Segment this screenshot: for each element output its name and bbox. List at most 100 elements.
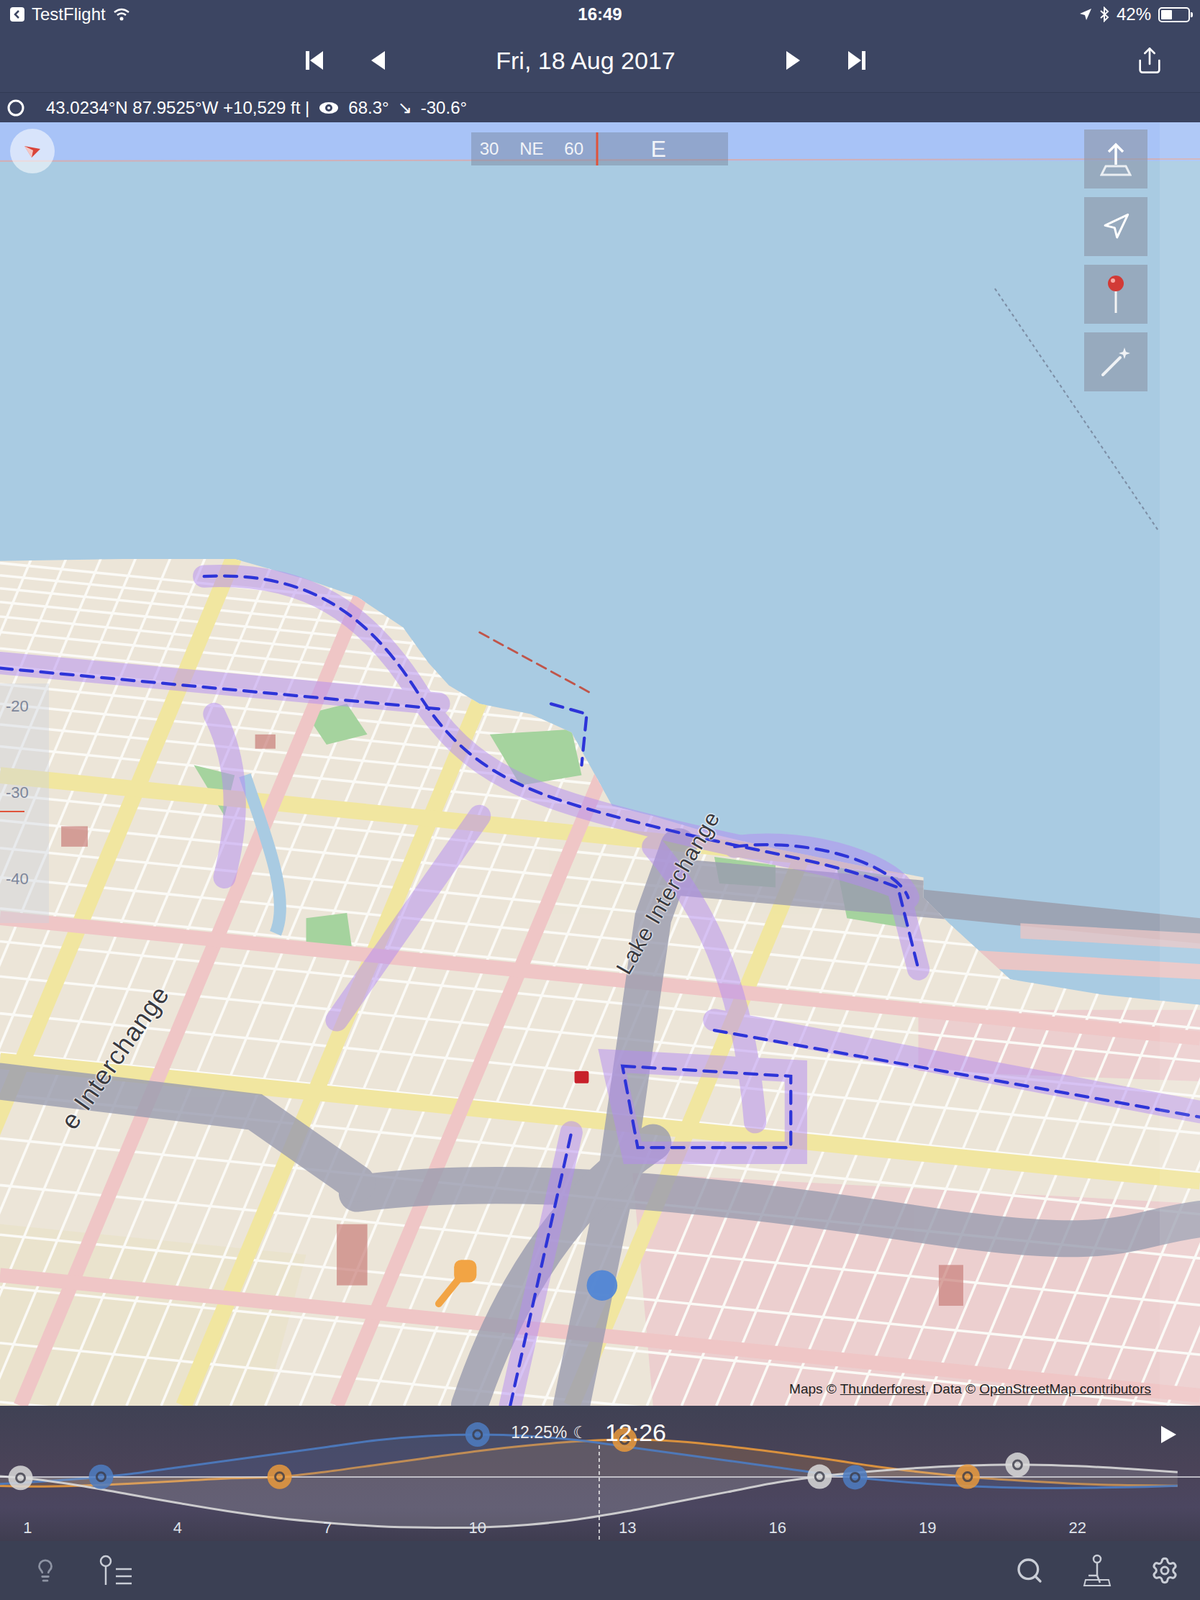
play-icon bbox=[1159, 1425, 1177, 1444]
elevation-marker bbox=[0, 810, 25, 813]
hour-tick: 16 bbox=[769, 1518, 787, 1537]
hour-tick: 19 bbox=[918, 1518, 936, 1537]
locate-button[interactable] bbox=[1084, 197, 1148, 257]
map-controls bbox=[1084, 129, 1148, 392]
route-overlays bbox=[0, 575, 1200, 1406]
timeline[interactable]: 1 4 7 10 13 16 19 22 12.25%☾ 12:26 bbox=[0, 1405, 1200, 1542]
attribution-link[interactable]: OpenStreetMap contributors bbox=[979, 1381, 1152, 1397]
status-bar: TestFlight 16:49 42% bbox=[0, 0, 1200, 29]
target-pin[interactable] bbox=[574, 1071, 590, 1084]
map-pins bbox=[438, 1071, 618, 1304]
map-pin-icon bbox=[1105, 274, 1127, 315]
wifi-icon bbox=[112, 7, 131, 22]
compass-strip[interactable]: 30 NE 60 E bbox=[471, 132, 729, 166]
share-button[interactable] bbox=[1128, 38, 1172, 83]
current-time: 12:26 bbox=[605, 1418, 667, 1447]
hour-tick: 7 bbox=[323, 1518, 332, 1537]
pin-button[interactable] bbox=[1084, 264, 1148, 324]
sun-marker[interactable] bbox=[267, 1464, 293, 1490]
play-button[interactable] bbox=[1152, 1418, 1185, 1451]
next-day-button[interactable] bbox=[771, 38, 816, 83]
gear-icon bbox=[1150, 1556, 1180, 1585]
eye-icon bbox=[317, 100, 340, 116]
street-grid bbox=[0, 551, 1200, 1406]
attribution-text: Maps © bbox=[789, 1381, 841, 1397]
clock: 16:49 bbox=[577, 4, 622, 25]
first-day-button[interactable] bbox=[292, 38, 336, 83]
carrier-label[interactable]: TestFlight bbox=[31, 4, 106, 25]
bottom-toolbar bbox=[0, 1541, 1200, 1600]
share-icon bbox=[1135, 46, 1165, 75]
elevation-text: -30.6° bbox=[420, 97, 467, 118]
back-app-icon[interactable] bbox=[10, 7, 25, 22]
compass-tick: 30 bbox=[479, 138, 500, 159]
hour-tick: 4 bbox=[173, 1518, 183, 1537]
map-view[interactable]: 30NE60E-20-30-40Lake Interchangee Interc… bbox=[0, 122, 1200, 1406]
sun-pin[interactable] bbox=[438, 1259, 477, 1304]
moon-phase-value: 12.25% bbox=[510, 1423, 567, 1443]
compass-tick: 60 bbox=[564, 138, 584, 159]
pin-list-icon bbox=[98, 1554, 134, 1587]
milky-way-marker[interactable] bbox=[8, 1465, 34, 1490]
azimuth-text: 68.3° bbox=[348, 97, 389, 118]
azimuth-needle bbox=[596, 132, 599, 166]
compass-mode-button[interactable] bbox=[10, 128, 55, 174]
elevation-tick: -30 bbox=[5, 783, 29, 803]
shadow-line bbox=[994, 288, 1159, 531]
observer-button[interactable] bbox=[1079, 1552, 1116, 1589]
elevation-tick: -40 bbox=[5, 869, 29, 889]
position-text: 43.0234°N 87.9525°W +10,529 ft | bbox=[46, 97, 310, 118]
direction-arrow-icon bbox=[21, 140, 44, 162]
hour-tick: 22 bbox=[1069, 1518, 1087, 1537]
elevation-scale[interactable]: -20 -30 -40 bbox=[0, 683, 49, 924]
date-label[interactable]: Fri, 18 Aug 2017 bbox=[495, 46, 676, 75]
compass-heading: E bbox=[651, 135, 667, 163]
direction-glyph: ↘ bbox=[397, 97, 413, 118]
position-info-bar: 43.0234°N 87.9525°W +10,529 ft | 68.3° ↘ -3… bbox=[0, 92, 1200, 123]
hour-tick: 10 bbox=[469, 1518, 487, 1537]
location-icon bbox=[1079, 7, 1093, 21]
next-icon bbox=[785, 50, 802, 71]
skip-back-icon bbox=[303, 49, 326, 72]
search-button[interactable] bbox=[1011, 1552, 1048, 1589]
date-nav-bar: Fri, 18 Aug 2017 bbox=[0, 28, 1200, 93]
moon-phase-glyph: ☾ bbox=[572, 1423, 588, 1443]
skip-forward-icon bbox=[846, 49, 868, 72]
sun-marker[interactable] bbox=[955, 1464, 980, 1490]
moon-marker[interactable] bbox=[843, 1464, 868, 1490]
attribution-text: , Data © bbox=[925, 1381, 980, 1397]
compass-tick: NE bbox=[519, 138, 544, 159]
battery-fill bbox=[1161, 10, 1172, 20]
battery-percent: 42% bbox=[1116, 4, 1152, 25]
light-button[interactable] bbox=[27, 1552, 64, 1589]
observer-pin-icon bbox=[1082, 1553, 1112, 1588]
view-mode-button[interactable] bbox=[1084, 129, 1148, 189]
last-day-button[interactable] bbox=[835, 38, 879, 83]
moon-pin[interactable] bbox=[587, 1269, 618, 1301]
map-canvas[interactable] bbox=[0, 122, 1200, 1406]
elevation-tick: -20 bbox=[5, 697, 29, 716]
planner-button[interactable] bbox=[1084, 332, 1148, 392]
pin-list-button[interactable] bbox=[97, 1552, 134, 1589]
moon-marker[interactable] bbox=[88, 1464, 113, 1490]
time-cursor[interactable] bbox=[598, 1445, 600, 1542]
lightbulb-icon bbox=[33, 1558, 58, 1583]
timeline-chart[interactable]: 1 4 7 10 13 16 19 22 bbox=[0, 1405, 1200, 1542]
hour-tick: 1 bbox=[23, 1518, 32, 1537]
milky-way-marker[interactable] bbox=[1005, 1452, 1030, 1477]
app-screen: TestFlight 16:49 42% Fri, 18 Aug 2017 43.023… bbox=[0, 0, 1200, 1600]
navigation-icon bbox=[1101, 212, 1131, 242]
previous-day-button[interactable] bbox=[356, 38, 400, 83]
moon-marker[interactable] bbox=[465, 1422, 490, 1447]
bluetooth-icon bbox=[1099, 6, 1110, 23]
attribution-link[interactable]: Thunderforest bbox=[840, 1381, 926, 1397]
map-attribution: Maps © Thunderforest, Data © OpenStreetM… bbox=[789, 1381, 1152, 1398]
position-ring-icon[interactable] bbox=[5, 97, 26, 118]
settings-button[interactable] bbox=[1146, 1552, 1183, 1589]
magic-wand-icon bbox=[1098, 344, 1134, 380]
terrain-up-icon bbox=[1100, 141, 1132, 177]
hour-tick: 13 bbox=[618, 1518, 636, 1537]
search-icon bbox=[1015, 1556, 1044, 1585]
map-side-rail bbox=[1159, 122, 1200, 1406]
milky-way-marker[interactable] bbox=[807, 1464, 832, 1490]
